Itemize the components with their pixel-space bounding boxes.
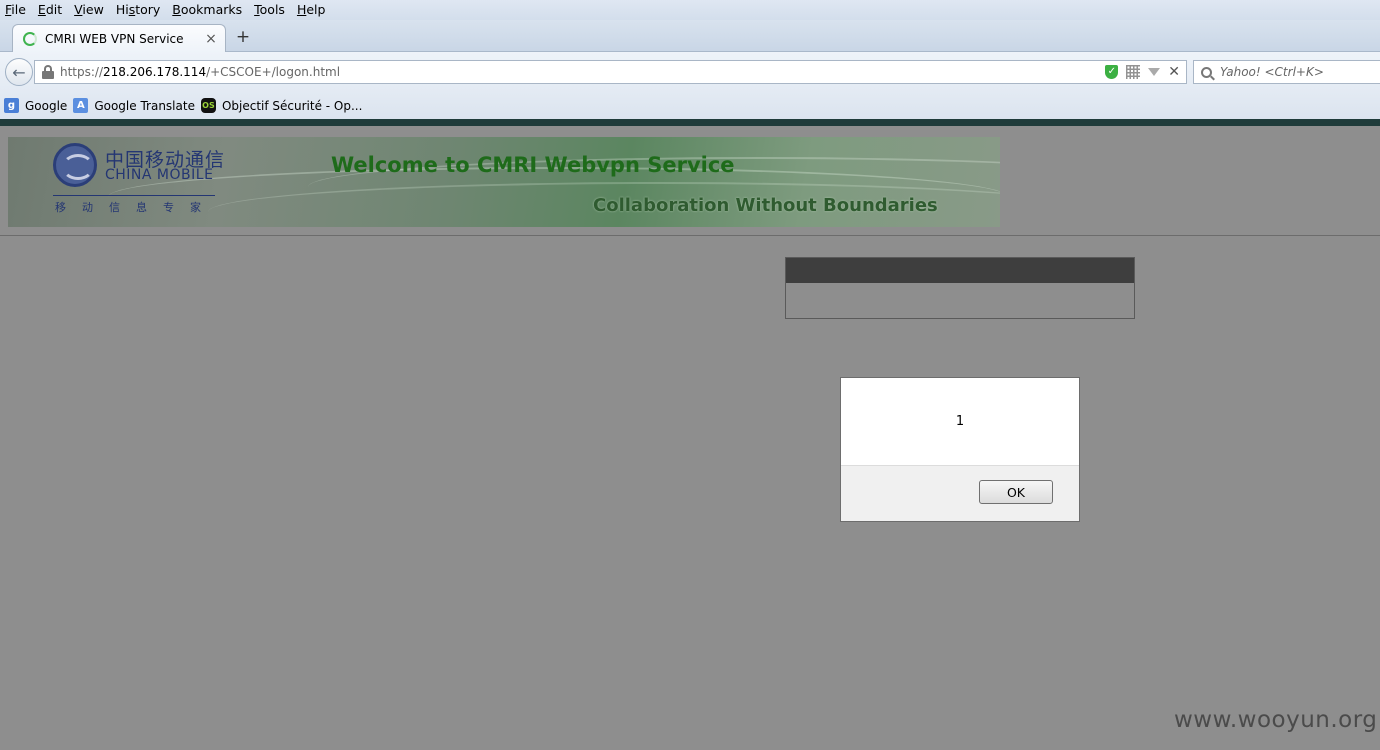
menu-history[interactable]: History (110, 0, 166, 20)
alert-message: 1 (955, 414, 965, 429)
menu-tools[interactable]: Tools (248, 0, 291, 20)
tab-strip: CMRI WEB VPN Service × + (0, 20, 1380, 53)
menu-edit[interactable]: Edit (32, 0, 68, 20)
bookmark-google[interactable]: g Google (4, 98, 67, 113)
menu-bar: File Edit View History Bookmarks Tools H… (0, 0, 1380, 20)
page-top-bar (0, 119, 1380, 126)
header-banner: 中国移动通信 CHINA MOBILE 移动信息专家 Welcome to CM… (8, 137, 1000, 227)
menu-help[interactable]: Help (291, 0, 332, 20)
logo-english-name: CHINA MOBILE (105, 167, 214, 183)
bookmark-label: Google Translate (94, 98, 195, 113)
logo-slogan: 移动信息专家 (55, 201, 217, 214)
url-bar[interactable]: https://218.206.178.114/+CSCOE+/logon.ht… (34, 60, 1187, 84)
alert-footer: OK (841, 465, 1079, 521)
login-panel-header (786, 258, 1134, 283)
google-translate-icon: A (73, 98, 89, 113)
tab-cmri-vpn[interactable]: CMRI WEB VPN Service × (12, 24, 226, 53)
bookmark-objectif-securite[interactable]: OS Objectif Sécurité - Op... (200, 98, 363, 113)
bookmark-google-translate[interactable]: A Google Translate (73, 98, 195, 113)
banner-subtitle: Collaboration Without Boundaries (593, 195, 938, 216)
google-icon: g (4, 98, 19, 113)
url-bar-icons: ✓ ✕ (1105, 64, 1180, 80)
search-icon[interactable] (1201, 66, 1212, 78)
bookmark-label: Google (25, 98, 68, 113)
watermark: www.wooyun.org (1174, 707, 1378, 733)
dropdown-arrow-icon[interactable] (1148, 68, 1161, 76)
objectif-securite-icon: OS (200, 98, 216, 113)
tab-title: CMRI WEB VPN Service (45, 32, 184, 46)
menu-bookmarks[interactable]: Bookmarks (166, 0, 248, 20)
menu-file[interactable]: File (0, 0, 32, 20)
banner-title: Welcome to CMRI Webvpn Service (331, 153, 735, 177)
login-panel (785, 257, 1135, 319)
header-divider (0, 235, 1380, 236)
navigation-bar: ← https://218.206.178.114/+CSCOE+/logon.… (0, 52, 1380, 92)
china-mobile-logo-icon (53, 143, 97, 187)
url-text[interactable]: https://218.206.178.114/+CSCOE+/logon.ht… (60, 65, 1105, 79)
shield-icon[interactable]: ✓ (1105, 65, 1119, 79)
bookmark-label: Objectif Sécurité - Op... (221, 98, 363, 113)
page-content: 中国移动通信 CHINA MOBILE 移动信息专家 Welcome to CM… (0, 119, 1380, 750)
china-mobile-logo: 中国移动通信 CHINA MOBILE 移动信息专家 (53, 143, 224, 215)
back-button[interactable]: ← (5, 58, 33, 86)
loading-spinner-icon (23, 32, 37, 46)
bookmarks-bar: g Google A Google Translate OS Objectif … (0, 92, 1380, 119)
qr-code-icon[interactable] (1126, 65, 1141, 79)
search-bar[interactable]: Yahoo! <Ctrl+K> (1193, 60, 1380, 84)
ok-button[interactable]: OK (979, 480, 1053, 504)
logo-divider (53, 195, 215, 196)
search-placeholder[interactable]: Yahoo! <Ctrl+K> (1220, 65, 1324, 79)
stop-icon[interactable]: ✕ (1168, 64, 1180, 80)
menu-view[interactable]: View (68, 0, 110, 20)
close-tab-icon[interactable]: × (203, 31, 219, 47)
new-tab-button[interactable]: + (234, 28, 252, 46)
lock-icon[interactable] (42, 65, 54, 79)
alert-dialog: 1 OK (840, 377, 1080, 522)
